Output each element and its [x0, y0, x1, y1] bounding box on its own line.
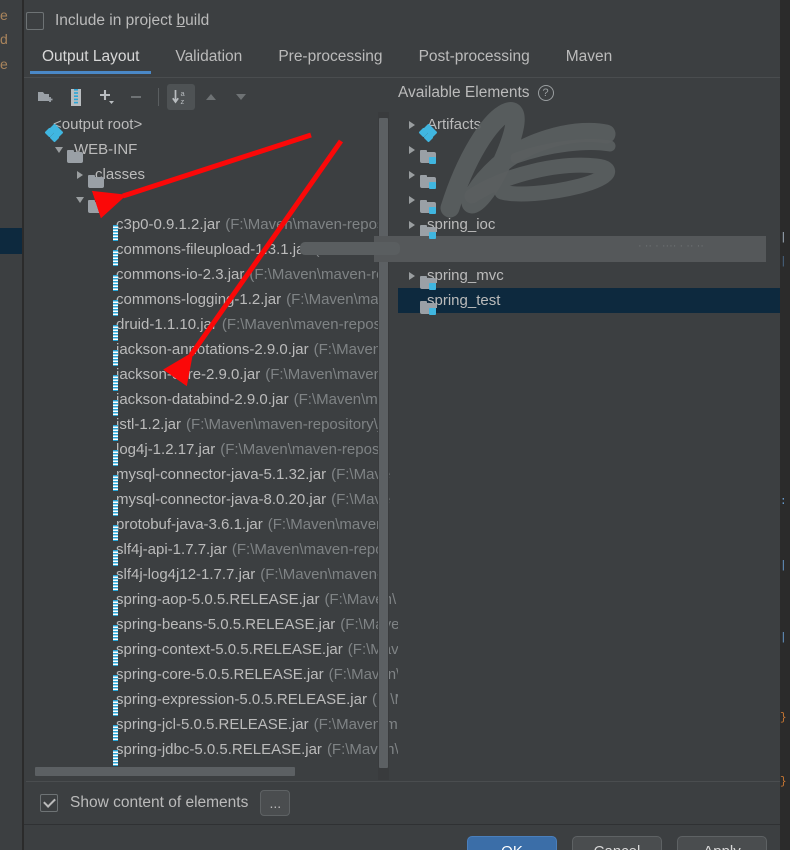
editor-sliver-fragment: }: [780, 712, 787, 724]
arrow-to-lib: [91, 132, 312, 219]
editor-sliver-fragment: }: [780, 776, 787, 788]
dialog-buttons[interactable]: OK Cancel Apply: [0, 828, 790, 850]
arrow-to-jackson-annotations: [163, 139, 344, 387]
editor-sliver-fragment: :: [780, 496, 787, 508]
ok-button[interactable]: OK: [467, 836, 557, 850]
editor-sliver: | | : | | } }: [780, 0, 790, 850]
cancel-button[interactable]: Cancel: [572, 836, 662, 850]
apply-button[interactable]: Apply: [677, 836, 767, 850]
editor-sliver-fragment: |: [780, 232, 787, 244]
editor-sliver-fragment: |: [780, 632, 787, 644]
annotation-arrows: [91, 132, 344, 387]
editor-sliver-fragment: |: [780, 560, 787, 572]
editor-sliver-fragment: |: [780, 256, 787, 268]
screenshot-root: e d e Include in project build Output La…: [0, 0, 790, 850]
